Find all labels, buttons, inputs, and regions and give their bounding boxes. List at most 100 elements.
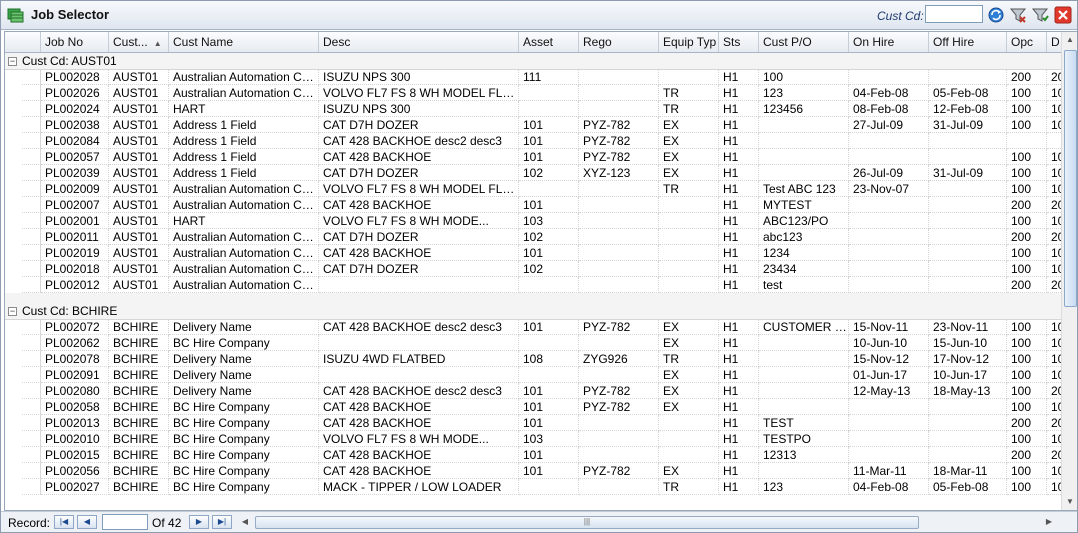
scroll-right-icon[interactable]: ▶ (1043, 515, 1055, 529)
group-row[interactable]: − Cust Cd: BCHIRE (5, 303, 1061, 320)
table-row[interactable]: PL002009 AUST01 Australian Automation Cen.… (5, 181, 1061, 197)
row-indicator[interactable] (22, 245, 41, 261)
row-indicator[interactable] (22, 261, 41, 277)
table-row[interactable]: PL002001 AUST01 HART VOLVO FL7 FS 8 WH MODE… (5, 213, 1061, 229)
filter-clear-icon[interactable] (1009, 6, 1027, 24)
row-indicator[interactable] (22, 367, 41, 383)
vertical-scroll-thumb[interactable] (1064, 50, 1077, 307)
table-row[interactable]: PL002018 AUST01 Australian Automation Cen.… (5, 261, 1061, 277)
table-row[interactable]: PL002028 AUST01 Australian Automation Cen.… (5, 69, 1061, 85)
collapse-icon[interactable]: − (8, 57, 17, 66)
table-row[interactable]: PL002011 AUST01 Australian Automation Cen.… (5, 229, 1061, 245)
cust-cd-input[interactable] (925, 5, 983, 23)
row-indicator[interactable] (22, 69, 41, 85)
cell-opc: 100 (1007, 213, 1047, 229)
column-header-cust[interactable]: Cust... ▲ (109, 32, 169, 52)
cell-onhire: 10-Jun-10 (849, 335, 929, 351)
refresh-icon[interactable] (987, 6, 1005, 24)
table-row[interactable]: PL002080 BCHIRE Delivery Name CAT 428 BACKH… (5, 383, 1061, 399)
row-indicator[interactable] (22, 197, 41, 213)
table-row[interactable]: PL002057 AUST01 Address 1 Field CAT 428 BAC… (5, 149, 1061, 165)
row-indicator[interactable] (22, 335, 41, 351)
row-indicator[interactable] (22, 463, 41, 479)
row-indicator[interactable] (22, 351, 41, 367)
column-header-job[interactable]: Job No (41, 32, 109, 52)
table-row[interactable]: PL002056 BCHIRE BC Hire Company CAT 428 BAC… (5, 463, 1061, 479)
cell-opc: 100 (1007, 85, 1047, 101)
row-indicator[interactable] (22, 213, 41, 229)
first-record-button[interactable]: |◀ (54, 515, 74, 529)
column-header-rego[interactable]: Rego (579, 32, 659, 52)
last-record-button[interactable]: ▶| (212, 515, 232, 529)
column-header-asset[interactable]: Asset (519, 32, 579, 52)
cell-offhire: 31-Jul-09 (929, 117, 1007, 133)
table-row[interactable]: PL002015 BCHIRE BC Hire Company CAT 428 BAC… (5, 447, 1061, 463)
table-row[interactable]: PL002012 AUST01 Australian Automation Cen.… (5, 277, 1061, 293)
table-row[interactable]: PL002007 AUST01 Australian Automation Cen.… (5, 197, 1061, 213)
scroll-up-icon[interactable]: ▲ (1065, 34, 1075, 46)
row-indicator[interactable] (22, 431, 41, 447)
row-indicator[interactable] (22, 165, 41, 181)
table-row[interactable]: PL002058 BCHIRE BC Hire Company CAT 428 BAC… (5, 399, 1061, 415)
cell-d: 10 (1047, 431, 1061, 447)
cell-rego (579, 229, 659, 245)
next-record-button[interactable]: ▶ (189, 515, 209, 529)
row-indicator[interactable] (22, 447, 41, 463)
row-indicator[interactable] (22, 277, 41, 293)
cell-equip: EX (659, 463, 719, 479)
column-header-name[interactable]: Cust Name (169, 32, 319, 52)
horizontal-scrollbar[interactable]: ◀ ||| ▶ (237, 515, 1059, 529)
table-row[interactable]: PL002084 AUST01 Address 1 Field CAT 428 BAC… (5, 133, 1061, 149)
table-row[interactable]: PL002039 AUST01 Address 1 Field CAT D7H DOZ… (5, 165, 1061, 181)
cell-job: PL002056 (41, 463, 109, 479)
column-header-desc[interactable]: Desc (319, 32, 519, 52)
horizontal-scroll-thumb[interactable]: ||| (255, 516, 919, 529)
cell-equip (659, 69, 719, 85)
table-row[interactable]: PL002013 BCHIRE BC Hire Company CAT 428 BAC… (5, 415, 1061, 431)
scroll-down-icon[interactable]: ▼ (1065, 496, 1075, 508)
column-header-onhire[interactable]: On Hire (849, 32, 929, 52)
cell-asset: 108 (519, 351, 579, 367)
vertical-scrollbar[interactable]: ▲ ▼ (1061, 32, 1077, 510)
row-indicator[interactable] (22, 479, 41, 495)
table-row[interactable]: PL002010 BCHIRE BC Hire Company VOLVO FL7 F… (5, 431, 1061, 447)
row-indicator[interactable] (22, 319, 41, 335)
row-indicator[interactable] (22, 181, 41, 197)
column-header-offhire[interactable]: Off Hire (929, 32, 1007, 52)
collapse-icon[interactable]: − (8, 307, 17, 316)
cell-equip: EX (659, 149, 719, 165)
table-row[interactable]: PL002038 AUST01 Address 1 Field CAT D7H DOZ… (5, 117, 1061, 133)
group-row[interactable]: − Cust Cd: AUST01 (5, 53, 1061, 70)
table-row[interactable]: PL002078 BCHIRE Delivery Name ISUZU 4WD FLA… (5, 351, 1061, 367)
table-row[interactable]: PL002024 AUST01 HART ISUZU NPS 300 TR H1 12345… (5, 101, 1061, 117)
table-row[interactable]: PL002091 BCHIRE Delivery Name EX H1 01-Jun-17… (5, 367, 1061, 383)
cell-cust: AUST01 (109, 117, 169, 133)
row-indicator[interactable] (22, 133, 41, 149)
row-indicator[interactable] (22, 399, 41, 415)
column-header-equip[interactable]: Equip Typ (659, 32, 719, 52)
close-icon[interactable] (1054, 6, 1072, 24)
prev-record-button[interactable]: ◀ (77, 515, 97, 529)
table-row[interactable]: PL002026 AUST01 Australian Automation Cen.… (5, 85, 1061, 101)
row-indicator[interactable] (22, 85, 41, 101)
row-indicator[interactable] (22, 229, 41, 245)
scroll-left-icon[interactable]: ◀ (239, 515, 251, 529)
table-row[interactable]: PL002027 BCHIRE BC Hire Company MACK - TIPP… (5, 479, 1061, 495)
record-number-input[interactable] (102, 514, 148, 530)
row-indicator[interactable] (22, 117, 41, 133)
table-row[interactable]: PL002072 BCHIRE Delivery Name CAT 428 BACKH… (5, 319, 1061, 335)
filter-icon[interactable] (1031, 6, 1049, 24)
cell-opc: 200 (1007, 447, 1047, 463)
table-row[interactable]: PL002062 BCHIRE BC Hire Company EX H1 10-Jun-… (5, 335, 1061, 351)
column-header-sts[interactable]: Sts (719, 32, 759, 52)
row-indicator[interactable] (22, 415, 41, 431)
row-indicator[interactable] (22, 383, 41, 399)
row-indicator[interactable] (22, 101, 41, 117)
table-row[interactable]: PL002019 AUST01 Australian Automation Cen.… (5, 245, 1061, 261)
column-header-po[interactable]: Cust P/O (759, 32, 849, 52)
row-indicator[interactable] (22, 149, 41, 165)
title-bar: Job Selector Cust Cd: (1, 1, 1077, 30)
cell-offhire (929, 213, 1007, 229)
cell-opc (1007, 133, 1047, 149)
column-header-opc[interactable]: Opc (1007, 32, 1047, 52)
